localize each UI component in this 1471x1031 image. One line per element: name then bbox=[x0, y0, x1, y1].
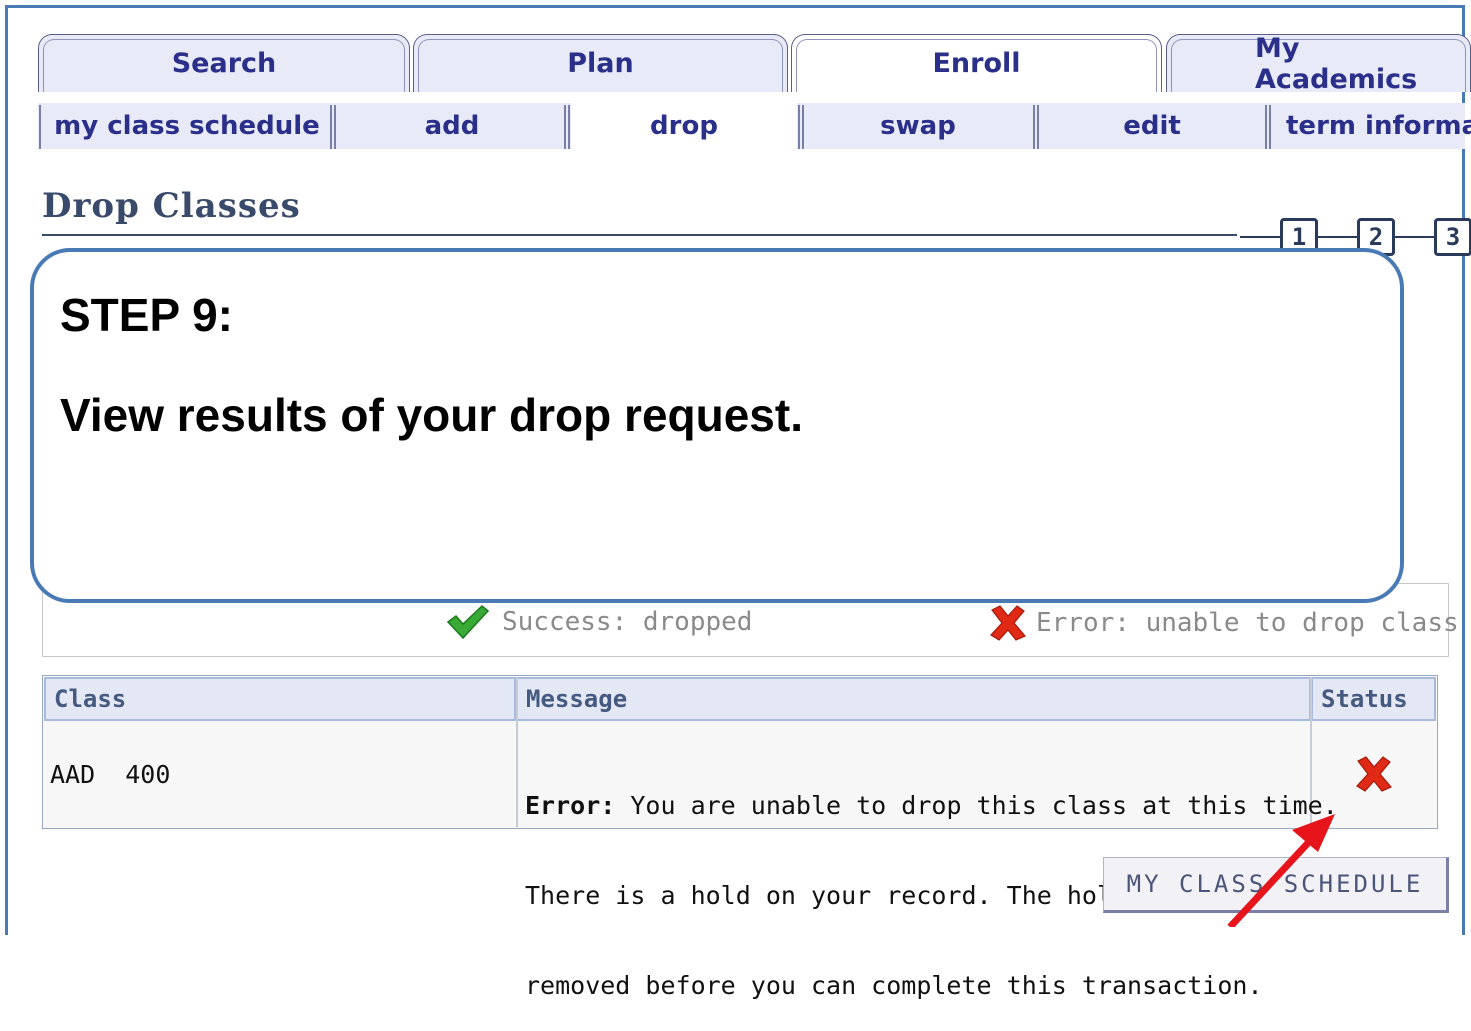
tab-search[interactable]: Search bbox=[38, 34, 410, 92]
tab-my-academics[interactable]: My Academics bbox=[1166, 33, 1471, 95]
legend-success: Success: dropped bbox=[446, 604, 752, 640]
col-header-status: Status bbox=[1311, 677, 1436, 721]
error-x-icon bbox=[1356, 756, 1392, 792]
tab-enroll[interactable]: Enroll bbox=[791, 34, 1162, 92]
subtab-add[interactable]: add bbox=[338, 103, 566, 149]
subtab-separator bbox=[798, 105, 804, 149]
title-divider bbox=[42, 234, 1237, 236]
step-3-box: 3 bbox=[1434, 218, 1471, 256]
subtab-swap[interactable]: swap bbox=[805, 103, 1031, 149]
success-check-icon bbox=[446, 604, 490, 640]
subtab-bar: my class schedule add drop swap edit ter… bbox=[38, 103, 1471, 149]
message-error-label: Error: bbox=[525, 791, 616, 820]
callout-step-label: STEP 9: bbox=[60, 289, 233, 341]
column-divider bbox=[516, 677, 518, 827]
red-arrow-annotation bbox=[1227, 814, 1335, 927]
col-header-class: Class bbox=[44, 677, 516, 721]
cell-class: AAD 400 bbox=[50, 759, 171, 789]
subtab-edit[interactable]: edit bbox=[1040, 103, 1264, 149]
page-title: Drop Classes bbox=[42, 186, 301, 226]
tab-plan[interactable]: Plan bbox=[413, 34, 788, 92]
subtab-my-class-schedule[interactable]: my class schedule bbox=[42, 103, 332, 149]
subtab-term-information[interactable]: term informa bbox=[1272, 103, 1471, 149]
subtab-separator bbox=[564, 105, 570, 149]
subtab-separator bbox=[1265, 105, 1271, 149]
subtab-separator bbox=[38, 105, 41, 149]
error-x-icon bbox=[990, 605, 1026, 641]
legend-error: Error: unable to drop class bbox=[988, 604, 1459, 642]
col-header-message: Message bbox=[516, 677, 1311, 721]
callout-instruction: View results of your drop request. bbox=[60, 389, 803, 441]
subtab-drop[interactable]: drop bbox=[571, 103, 797, 149]
subtab-separator bbox=[330, 105, 336, 149]
subtab-separator bbox=[1033, 105, 1039, 149]
